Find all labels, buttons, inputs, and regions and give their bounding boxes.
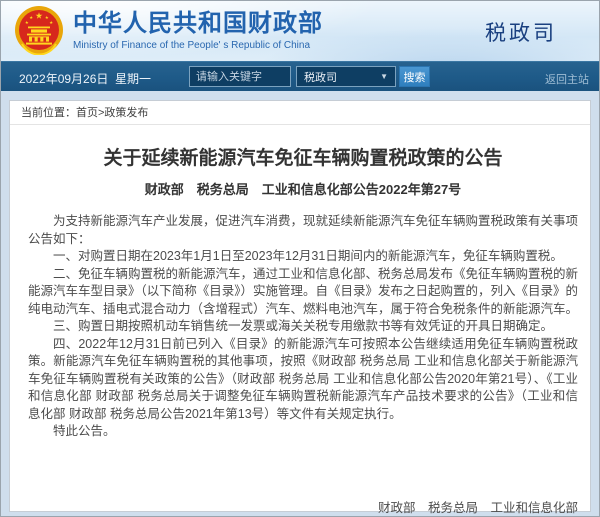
page: 中华人民共和国财政部 Ministry of Finance of the Pe… bbox=[0, 0, 600, 517]
search-input[interactable] bbox=[189, 66, 291, 87]
current-date: 2022年09月26日 星期一 bbox=[19, 72, 152, 86]
article: 关于延续新能源汽车免征车辆购置税政策的公告 财政部 税务总局 工业和信息化部公告… bbox=[10, 147, 590, 516]
search-scope-value: 税政司 bbox=[304, 71, 337, 84]
doc-number: 财政部 税务总局 工业和信息化部公告2022年第27号 bbox=[144, 182, 462, 197]
back-to-main-link[interactable]: 返回主站 bbox=[545, 71, 589, 87]
toolbar: 2022年09月26日 星期一 税政司 ▼ 搜索 返回主站 bbox=[1, 61, 599, 91]
national-emblem-icon bbox=[15, 6, 63, 55]
article-paragraph: 二、免征车辆购置税的新能源汽车，通过工业和信息化部、税务总局发布《免征车辆购置税… bbox=[28, 266, 579, 316]
article-paragraph: 三、购置日期按照机动车销售统一发票或海关关税专用缴款书等有效凭证的开具日期确定。 bbox=[53, 319, 554, 333]
article-paragraph: 特此公告。 bbox=[53, 424, 116, 438]
site-header: 中华人民共和国财政部 Ministry of Finance of the Pe… bbox=[1, 1, 599, 61]
signature: 财政部 税务总局 工业和信息化部 bbox=[377, 500, 578, 515]
brand-text: 中华人民共和国财政部 Ministry of Finance of the Pe… bbox=[73, 10, 323, 51]
site-title: 中华人民共和国财政部 bbox=[73, 9, 323, 37]
breadcrumb-label: 当前位置： bbox=[21, 107, 76, 119]
article-paragraph: 四、2022年12月31日前已列入《目录》的新能源汽车可按照本公告继续适用免征车… bbox=[28, 336, 578, 421]
breadcrumb: 当前位置：首页>政策发布 bbox=[10, 101, 590, 125]
brand[interactable]: 中华人民共和国财政部 Ministry of Finance of the Pe… bbox=[14, 5, 323, 55]
search-scope-select[interactable]: 税政司 ▼ bbox=[296, 66, 396, 87]
content-box: 当前位置：首页>政策发布 关于延续新能源汽车免征车辆购置税政策的公告 财政部 税… bbox=[9, 100, 591, 515]
department-title: 税政司 bbox=[485, 22, 557, 45]
article-body: 为支持新能源汽车产业发展，促进汽车消费，现就延续新能源汽车免征车辆购置税政策有关… bbox=[28, 213, 578, 441]
breadcrumb-path[interactable]: 首页>政策发布 bbox=[76, 107, 148, 119]
site-subtitle-en: Ministry of Finance of the People' s Rep… bbox=[73, 39, 311, 51]
article-paragraph: 为支持新能源汽车产业发展，促进汽车消费，现就延续新能源汽车免征车辆购置税政策有关… bbox=[28, 214, 579, 246]
search-button[interactable]: 搜索 bbox=[399, 66, 430, 87]
article-title: 关于延续新能源汽车免征车辆购置税政策的公告 bbox=[103, 148, 503, 169]
article-paragraph: 一、对购置日期在2023年1月1日至2023年12月31日期间内的新能源汽车，免… bbox=[53, 249, 563, 263]
chevron-down-icon: ▼ bbox=[380, 72, 388, 81]
